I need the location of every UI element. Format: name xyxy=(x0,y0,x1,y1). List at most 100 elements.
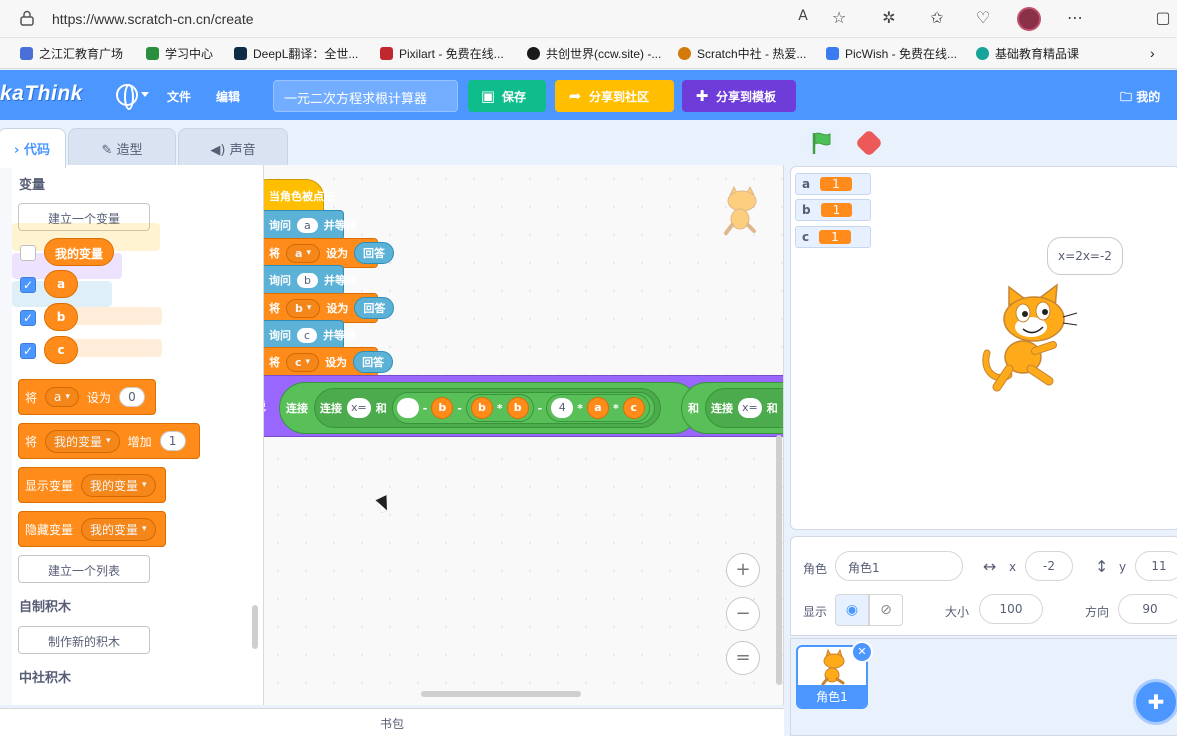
set-variable-block[interactable]: 将a设为回答 xyxy=(264,238,394,268)
performance-icon[interactable]: ♡ xyxy=(972,8,994,27)
number-input[interactable] xyxy=(396,398,419,418)
variable-reporter-b[interactable]: b xyxy=(44,303,78,331)
variable-checkbox[interactable]: ✓ xyxy=(20,310,36,326)
variable-dropdown[interactable]: a xyxy=(286,243,320,263)
cat-sprite[interactable] xyxy=(979,283,1085,393)
backpack-bar[interactable]: 书包 xyxy=(0,708,784,736)
more-menu-icon[interactable]: ⋯ xyxy=(1064,8,1086,27)
change-variable-block[interactable]: 将 我的变量 增加 1 xyxy=(18,423,200,459)
window-maximize-icon[interactable]: ▢ xyxy=(1152,8,1174,27)
set-variable-block[interactable]: 将 a 设为 0 xyxy=(18,379,156,415)
tab-code[interactable]: › 代码 xyxy=(0,128,66,168)
variable-reporter-a[interactable]: a xyxy=(44,270,78,298)
text-input[interactable]: x= xyxy=(738,398,762,418)
when-sprite-clicked-hat-block[interactable]: 当角色被点击 xyxy=(264,179,335,213)
sprite-name-input[interactable]: 角色1 xyxy=(835,551,963,581)
workspace-vertical-scrollbar[interactable] xyxy=(776,435,782,685)
tab-costumes[interactable]: ✎ 造型 xyxy=(68,128,176,166)
answer-reporter[interactable]: 回答 xyxy=(354,297,395,319)
variable-dropdown[interactable]: a xyxy=(45,387,79,407)
ask-and-wait-block[interactable]: 询问 c 并等待 xyxy=(264,320,356,350)
answer-reporter[interactable]: 回答 xyxy=(353,242,394,264)
variable-dropdown[interactable]: 我的变量 xyxy=(81,517,156,541)
join-operator-block[interactable]: 连接 x= 和 - b - b * b - 4 * a * c xyxy=(314,388,661,428)
add-sprite-button[interactable]: ✚ xyxy=(1133,679,1177,725)
show-variable-block[interactable]: 显示变量 我的变量 xyxy=(18,467,166,503)
share-template-button[interactable]: ✚ 分享到模板 xyxy=(682,80,796,112)
variable-reporter-b[interactable]: b xyxy=(431,397,454,419)
say-block[interactable]: 说 连接 连接 x= 和 - b - b * b - xyxy=(264,375,783,437)
variable-reporter-my-variable[interactable]: 我的变量 xyxy=(44,238,114,266)
variable-reporter-b[interactable]: b xyxy=(506,397,529,419)
make-list-button[interactable]: 建立一个列表 xyxy=(18,555,150,583)
bookmark-item[interactable]: 学习中心 xyxy=(146,45,213,62)
variable-dropdown[interactable]: 我的变量 xyxy=(45,429,120,453)
delete-sprite-icon[interactable]: ✕ xyxy=(851,641,873,663)
reader-mode-icon[interactable]: A xyxy=(792,8,814,24)
project-title-input[interactable]: 一元二次方程求根计算器 xyxy=(273,80,458,112)
extensions-icon[interactable]: ✲ xyxy=(878,8,900,27)
value-input[interactable]: 0 xyxy=(118,387,145,407)
variable-dropdown[interactable]: c xyxy=(286,352,320,372)
share-community-button[interactable]: ➦ 分享到社区 xyxy=(555,80,674,112)
variable-checkbox[interactable]: ✓ xyxy=(20,343,36,359)
direction-input[interactable]: 90 xyxy=(1118,594,1177,624)
ask-text-input[interactable]: c xyxy=(297,327,318,343)
ask-text-input[interactable]: b xyxy=(297,272,318,288)
zoom-in-button[interactable]: + xyxy=(726,553,760,587)
variable-reporter-c[interactable]: c xyxy=(44,336,78,364)
value-input[interactable]: 1 xyxy=(159,431,186,451)
url-field[interactable]: https://www.scratch-cn.cn/create xyxy=(52,11,254,27)
text-input[interactable] xyxy=(782,398,783,418)
stage[interactable]: a1 b1 c1 x=2x=-2 xyxy=(790,166,1177,530)
bookmarks-more-chevron-icon[interactable]: › xyxy=(1150,45,1155,61)
variable-checkbox[interactable] xyxy=(20,245,36,261)
hide-sprite-button[interactable]: ⊘ xyxy=(869,594,903,626)
variable-dropdown[interactable]: 我的变量 xyxy=(81,473,156,497)
variable-reporter-c[interactable]: c xyxy=(622,397,645,419)
subtract-operator-block[interactable]: - b - b * b - 4 * a * c xyxy=(391,392,655,424)
text-input[interactable]: x= xyxy=(347,398,371,418)
bookmark-item[interactable]: Scratch中社 - 热爱... xyxy=(678,45,806,62)
make-block-button[interactable]: 制作新的积木 xyxy=(18,626,150,654)
join-operator-block[interactable]: 连接 x= 和 xyxy=(705,388,783,428)
bookmark-item[interactable]: 之江汇教育广场 xyxy=(20,45,123,62)
zoom-reset-button[interactable]: = xyxy=(726,641,760,675)
multiply-operator-block[interactable]: 4 * a * c xyxy=(546,394,650,422)
tab-sounds[interactable]: ◀) 声音 xyxy=(178,128,288,166)
set-variable-block[interactable]: 将b设为回答 xyxy=(264,293,395,323)
palette-scrollbar[interactable] xyxy=(252,605,258,649)
site-logo[interactable]: kaThink xyxy=(0,82,83,106)
ask-and-wait-block[interactable]: 询问 b 并等待 xyxy=(264,265,357,295)
stop-icon[interactable] xyxy=(854,128,884,158)
save-button[interactable]: ▣ 保存 xyxy=(468,80,546,112)
zoom-out-button[interactable]: − xyxy=(726,597,760,631)
hide-variable-block[interactable]: 隐藏变量 我的变量 xyxy=(18,511,166,547)
edit-menu[interactable]: 编辑 xyxy=(216,88,240,105)
ask-and-wait-block[interactable]: 询问 a 并等待 xyxy=(264,210,357,240)
answer-reporter[interactable]: 回答 xyxy=(353,351,394,373)
variable-dropdown[interactable]: b xyxy=(286,298,321,318)
add-favorite-icon[interactable]: ☆ xyxy=(828,8,850,27)
variable-checkbox[interactable]: ✓ xyxy=(20,277,36,293)
join-operator-block[interactable]: 和 连接 x= 和 xyxy=(681,382,783,434)
workspace-horizontal-scrollbar[interactable] xyxy=(421,691,581,697)
bookmark-item[interactable]: DeepL翻译：全世... xyxy=(234,45,358,62)
code-workspace[interactable]: 当角色被点击 询问a并等待 将a设为回答 询问b并等待 将b设为回答 询问c并等… xyxy=(264,165,784,705)
y-position-input[interactable]: 11 xyxy=(1135,551,1177,581)
language-globe-icon[interactable] xyxy=(116,84,138,110)
variable-reporter-b[interactable]: b xyxy=(470,397,493,419)
bookmark-item[interactable]: PicWish - 免费在线... xyxy=(826,45,957,62)
profile-avatar[interactable] xyxy=(1017,7,1041,31)
size-input[interactable]: 100 xyxy=(979,594,1043,624)
set-variable-block[interactable]: 将c设为回答 xyxy=(264,347,394,377)
ask-text-input[interactable]: a xyxy=(297,217,318,233)
my-stuff-link[interactable]: 🗀 我的 xyxy=(1120,88,1160,109)
file-menu[interactable]: 文件 xyxy=(167,88,191,105)
multiply-operator-block[interactable]: b * b xyxy=(465,394,534,422)
bookmark-item[interactable]: 基础教育精品课 xyxy=(976,45,1079,62)
variable-reporter-a[interactable]: a xyxy=(587,397,609,419)
x-position-input[interactable]: -2 xyxy=(1025,551,1073,581)
join-operator-block[interactable]: 连接 连接 x= 和 - b - b * b - 4 * a * c xyxy=(279,382,699,434)
bookmark-item[interactable]: Pixilart - 免费在线... xyxy=(380,45,504,62)
